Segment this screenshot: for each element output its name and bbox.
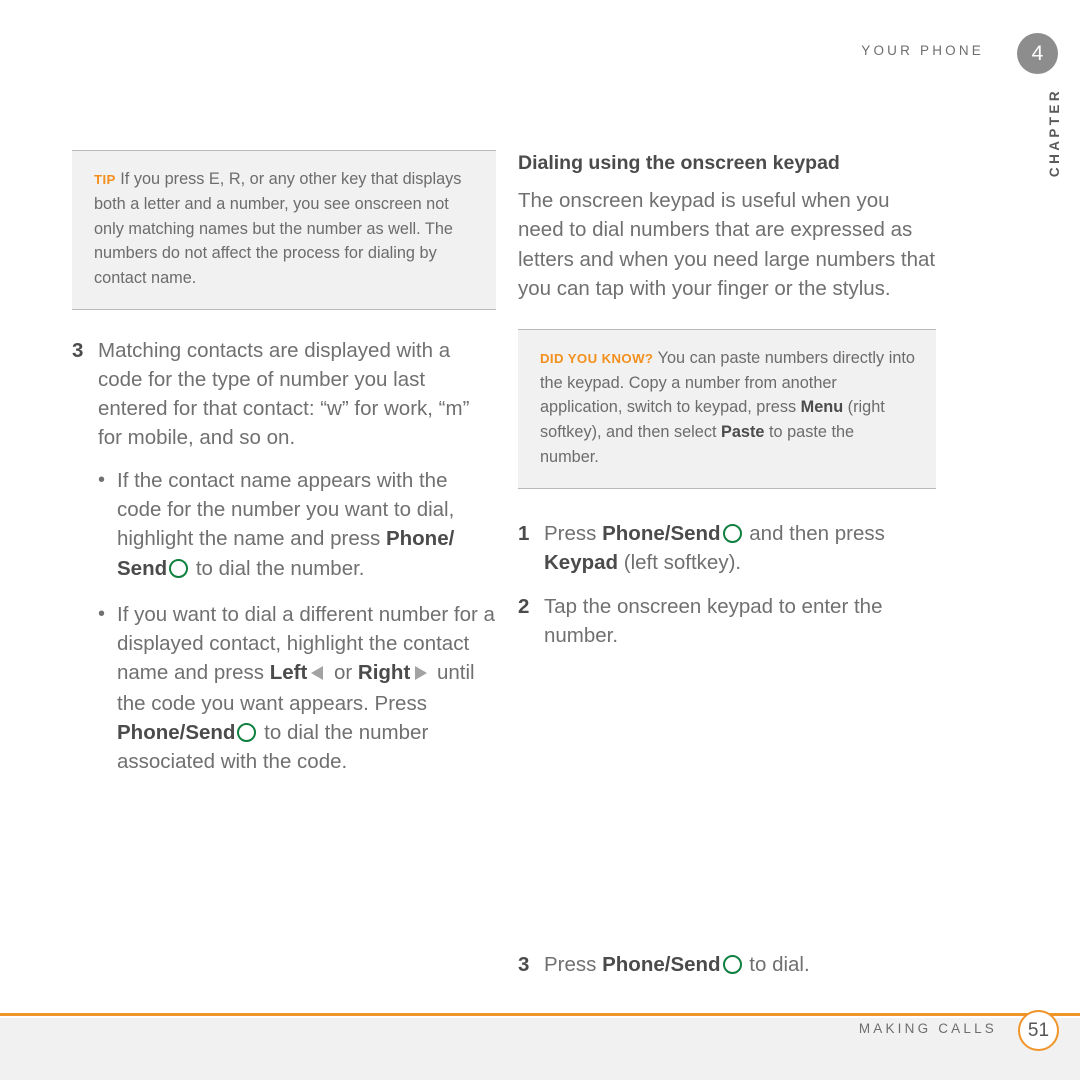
step-number: 1 (518, 521, 530, 545)
left-column: TIP If you press E, R, or any other key … (72, 150, 496, 776)
bold-key-label: Phone/Send (117, 721, 236, 745)
page-number-text: 51 (1027, 1019, 1050, 1041)
did-you-know-tag: DID YOU KNOW? (540, 350, 654, 366)
bold-key-label: Phone/Send (602, 953, 721, 976)
step-text-part: to dial. (743, 953, 810, 976)
list-item: 3 Press Phone/Send to dial. (518, 950, 936, 979)
right-step-list: 1 Press Phone/Send and then press Keypad… (518, 519, 936, 650)
chapter-number-text: 4 (1031, 41, 1044, 65)
page-number-badge: 51 (1018, 1010, 1059, 1051)
step-text-part: Press (544, 521, 603, 545)
right-arrow-icon (413, 660, 428, 689)
bold-key-label: Right (357, 660, 411, 684)
left-step-list: 3 Matching contacts are displayed with a… (72, 336, 496, 452)
left-arrow-icon (310, 660, 325, 689)
step-text-part: and then press (743, 521, 885, 545)
tip-text: If you press E, R, or any other key that… (94, 170, 462, 288)
footer-accent-rule (0, 1013, 1080, 1016)
tip-callout: TIP If you press E, R, or any other key … (72, 150, 496, 310)
did-you-know-text: You can paste numbers directly into the … (540, 349, 915, 466)
bullet-glyph: • (98, 469, 106, 492)
bold-key-label: Paste (721, 423, 765, 442)
list-item: • If you want to dial a different number… (72, 600, 496, 777)
list-item: 1 Press Phone/Send and then press Keypad… (518, 519, 936, 577)
step-text: Press Phone/Send to dial. (544, 950, 936, 979)
step-text: Matching contacts are displayed with a c… (98, 338, 470, 450)
chapter-number-badge: 4 (1017, 33, 1058, 74)
send-key-icon (237, 723, 257, 743)
bullet-glyph: • (98, 602, 106, 625)
footer-section-title: MAKING CALLS (858, 1021, 997, 1036)
send-key-icon (722, 523, 742, 543)
step-text-part: Press (544, 953, 603, 976)
bullet-text: If you want to dial a different number f… (117, 600, 496, 777)
bold-key-label: Phone/Send (602, 521, 721, 545)
send-key-icon (169, 558, 189, 578)
step-text: Tap the onscreen keypad to enter the num… (544, 594, 883, 647)
step-number: 3 (72, 338, 84, 362)
bold-key-label: Left (269, 660, 308, 684)
section-intro-paragraph: The onscreen keypad is useful when you n… (518, 189, 936, 300)
bullet-text-part: to dial the number. (190, 556, 365, 580)
bold-key-label: Keypad (544, 550, 619, 574)
running-head: YOUR PHONE (861, 43, 984, 58)
right-column: Dialing using the onscreen keypad The on… (518, 150, 936, 979)
chapter-side-label: CHAPTER (1047, 88, 1062, 178)
manual-page: YOUR PHONE 4 CHAPTER TIP If you press E,… (0, 0, 1080, 1080)
list-item: 3 Matching contacts are displayed with a… (72, 336, 496, 452)
bullet-text-part: or (328, 660, 358, 684)
step-text: Press Phone/Send and then press Keypad (… (544, 519, 936, 577)
list-item: • If the contact name appears with the c… (72, 466, 496, 582)
bullet-text: If the contact name appears with the cod… (117, 466, 496, 582)
step-text-part: (left softkey). (618, 550, 742, 574)
section-heading: Dialing using the onscreen keypad (518, 152, 840, 174)
final-step-list: 3 Press Phone/Send to dial. (518, 950, 936, 979)
send-key-icon (722, 955, 742, 974)
did-you-know-callout: DID YOU KNOW? You can paste numbers dire… (518, 328, 936, 489)
list-item: 2 Tap the onscreen keypad to enter the n… (518, 592, 936, 650)
step-number: 2 (518, 594, 530, 618)
tip-tag: TIP (94, 172, 116, 187)
page-header: YOUR PHONE 4 (0, 33, 1080, 74)
step-number: 3 (518, 953, 530, 976)
bold-key-label: Menu (800, 398, 844, 417)
